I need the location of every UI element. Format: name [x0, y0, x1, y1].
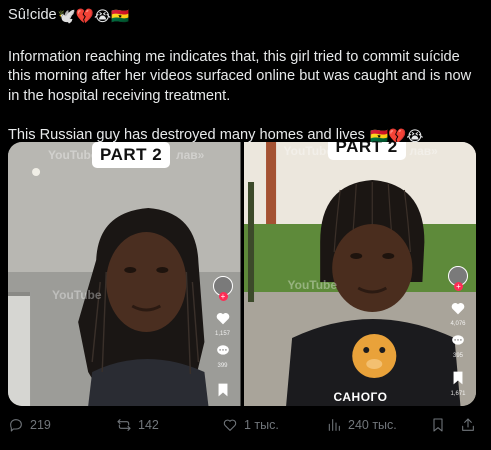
bookmark-outline-icon [433, 418, 443, 432]
part-label-right: PART 2 [327, 142, 406, 160]
tweet-line-title: Sû!cide🕊️💔😭🇬🇭 [8, 6, 484, 28]
media-image-right[interactable]: YouTube лав» YouTube PART 2 САНОГО + 4,0… [243, 142, 476, 406]
views-chart-icon [328, 419, 340, 431]
tiktok-rail-right: + 4,076 395 1,671 [448, 266, 468, 398]
tweet-closing: This Russian guy has destroyed many home… [8, 127, 365, 144]
rail-save-count: 1,671 [450, 391, 466, 397]
reply-count: 219 [30, 418, 51, 432]
repost-button[interactable]: 142 [116, 417, 159, 433]
bookmark-icon [214, 382, 232, 398]
creator-avatar: + [448, 266, 468, 291]
heart-outline-icon [223, 419, 237, 431]
media-image-left[interactable]: YouTube лав» YouTube PART 2 + 1,157 399 [8, 142, 241, 406]
views-button[interactable]: 240 тыс. [326, 417, 397, 433]
tweet-actions: 219 142 1 тыс. 240 тыс. [8, 414, 480, 436]
tiktok-rail-left: + 1,157 399 [212, 276, 233, 398]
bookmark-icon [449, 370, 467, 386]
video-frame-left [8, 142, 241, 406]
repost-count: 142 [138, 418, 159, 432]
reply-icon [10, 419, 22, 432]
creator-avatar: + [212, 276, 233, 301]
watermark-top-suffix-left: лав» [176, 148, 205, 162]
tweet: Sû!cide🕊️💔😭🇬🇭 Information reaching me in… [0, 0, 491, 450]
share-button[interactable] [460, 417, 476, 433]
view-count: 240 тыс. [348, 418, 397, 432]
watermark-top-left: YouTube [48, 148, 98, 162]
part-label-left: PART 2 [92, 142, 171, 168]
share-icon [462, 418, 474, 431]
tweet-title: Sû!cide [8, 7, 57, 23]
heart-icon [449, 300, 467, 316]
like-count: 1 тыс. [244, 418, 279, 432]
like-button[interactable]: 1 тыс. [222, 417, 279, 433]
repost-icon [117, 419, 131, 431]
rail-comment-count: 399 [217, 363, 228, 369]
watermark-mid-right: YouTube [287, 278, 338, 292]
tweet-text: Sû!cide🕊️💔😭🇬🇭 Information reaching me in… [8, 6, 484, 148]
tweet-line-body: Information reaching me indicates that, … [8, 48, 472, 104]
rail-like-count: 4,076 [450, 321, 466, 327]
watermark-mid-left: YouTube [52, 288, 102, 302]
media-grid[interactable]: YouTube лав» YouTube PART 2 + 1,157 399 [8, 142, 476, 406]
watermark-top-right: YouTube [283, 144, 334, 158]
comment-icon [449, 332, 467, 348]
video-frame-right [243, 142, 476, 406]
rail-comment-count: 395 [452, 353, 463, 359]
reply-button[interactable]: 219 [8, 417, 51, 433]
bookmark-button[interactable] [430, 417, 446, 433]
shirt-text: САНОГО [333, 390, 388, 404]
heart-icon [214, 310, 232, 326]
rail-like-count: 1,157 [214, 331, 230, 337]
title-emojis: 🕊️💔😭🇬🇭 [57, 9, 130, 25]
watermark-top-suffix-right: лав» [409, 144, 438, 158]
comment-icon [214, 342, 232, 358]
